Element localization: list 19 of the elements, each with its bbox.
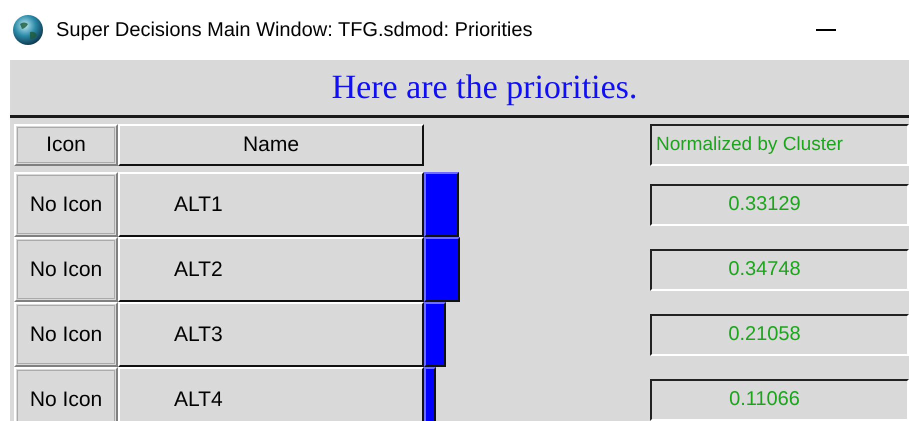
column-header: Normalized by Cluster [650, 124, 909, 166]
window-title: Super Decisions Main Window: TFG.sdmod: Priorities [56, 18, 532, 42]
value-field: 0.33129 [650, 184, 909, 226]
column-header[interactable]: Name [118, 124, 424, 166]
node-name-button[interactable]: ALT2 [118, 237, 424, 302]
icon-button[interactable]: No Icon [14, 172, 118, 237]
icon-button[interactable]: No Icon [14, 302, 118, 367]
node-name-button[interactable]: ALT4 [118, 367, 424, 421]
node-name-button[interactable]: ALT1 [118, 172, 424, 237]
icon-button[interactable]: No Icon [14, 237, 118, 302]
icon-button[interactable]: No Icon [14, 367, 118, 421]
value-field: 0.21058 [650, 314, 909, 356]
globe-icon [12, 14, 44, 46]
node-name-button[interactable]: ALT3 [118, 302, 424, 367]
column-header[interactable]: Icon [14, 124, 118, 166]
value-field: 0.34748 [650, 248, 909, 290]
priority-bar [424, 172, 459, 237]
value-field: 0.11066 [650, 378, 909, 420]
heading: Here are the priorities. [332, 68, 638, 106]
